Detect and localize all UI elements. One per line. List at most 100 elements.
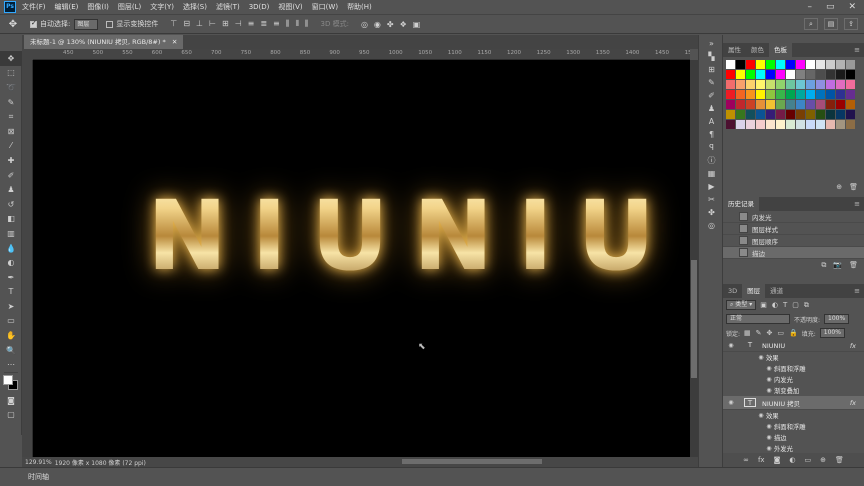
color-swatch[interactable]	[815, 69, 825, 79]
fx-icon[interactable]: fx	[850, 342, 856, 350]
color-swatch[interactable]	[805, 79, 815, 89]
tab-color[interactable]: 颜色	[746, 43, 769, 57]
layer-row-selected[interactable]: ◉ T NIUNIU 拷贝 fx	[723, 396, 864, 410]
color-swatch[interactable]	[725, 69, 735, 79]
color-swatch[interactable]	[795, 89, 805, 99]
effect-item[interactable]: ◉ 内发光	[723, 374, 864, 385]
delete-state-icon[interactable]: 🗑	[849, 261, 858, 269]
visibility-eye-icon[interactable]: ◉	[764, 434, 774, 441]
color-swatch[interactable]	[835, 69, 845, 79]
color-swatch[interactable]	[825, 79, 835, 89]
clone-source-icon[interactable]: ♟	[699, 102, 724, 115]
frame-tool-icon[interactable]: ⊠	[0, 124, 22, 139]
share-icon[interactable]: ⇪	[844, 18, 858, 30]
color-swatch[interactable]	[745, 79, 755, 89]
filter-pixel-icon[interactable]: ▣	[760, 301, 767, 310]
search-icon[interactable]: ⌕	[804, 18, 818, 30]
layers-menu-icon[interactable]: ≡	[854, 284, 860, 298]
visibility-eye-icon[interactable]: ◉	[764, 387, 774, 394]
distribute-top-icon[interactable]: ≡	[248, 19, 255, 29]
character-icon[interactable]: A	[699, 115, 724, 128]
menu-filter[interactable]: 滤镜(T)	[216, 2, 240, 12]
color-swatch[interactable]	[825, 99, 835, 109]
color-swatch[interactable]	[725, 109, 735, 119]
delete-layer-icon[interactable]: 🗑	[835, 456, 844, 464]
color-swatch[interactable]	[765, 59, 775, 69]
crop-tool-icon[interactable]: ⌗	[0, 109, 22, 124]
color-swatch[interactable]	[735, 69, 745, 79]
color-swatch[interactable]	[725, 89, 735, 99]
effect-item[interactable]: ◉ 斜面和浮雕	[723, 363, 864, 374]
distribute-hcenter-icon[interactable]: ⫴	[295, 19, 298, 29]
color-swatch[interactable]	[825, 109, 835, 119]
color-swatch[interactable]	[835, 59, 845, 69]
color-swatch[interactable]	[815, 109, 825, 119]
new-layer-icon[interactable]: ⊕	[820, 456, 826, 464]
camera-icon[interactable]: 📷	[833, 261, 842, 269]
minimize-icon[interactable]: –	[807, 2, 812, 12]
color-swatch[interactable]	[845, 69, 855, 79]
paragraph-icon[interactable]: ¶	[699, 128, 724, 141]
more-tools-icon[interactable]: ⋯	[0, 357, 22, 372]
link-layers-icon[interactable]: ∞	[743, 456, 749, 464]
tab-swatches[interactable]: 色板	[769, 43, 792, 57]
color-swatch[interactable]	[785, 89, 795, 99]
color-swatch[interactable]	[805, 99, 815, 109]
tab-layers[interactable]: 图层	[742, 284, 766, 298]
layer-row[interactable]: ◉ T NIUNIU fx	[723, 340, 864, 352]
visibility-eye-icon[interactable]: ◉	[756, 412, 766, 419]
color-swatch[interactable]	[845, 99, 855, 109]
color-swatch[interactable]	[785, 119, 795, 129]
color-swatch[interactable]	[725, 79, 735, 89]
color-swatch[interactable]	[735, 89, 745, 99]
menu-type[interactable]: 文字(Y)	[150, 2, 174, 12]
workspace-icon[interactable]: ▤	[824, 18, 838, 30]
color-swatch[interactable]	[805, 109, 815, 119]
menu-help[interactable]: 帮助(H)	[347, 2, 372, 12]
distribute-bottom-icon[interactable]: ≡	[273, 19, 280, 29]
color-swatch[interactable]	[745, 109, 755, 119]
history-brush-tool-icon[interactable]: ↺	[0, 197, 22, 212]
color-swatch[interactable]	[845, 59, 855, 69]
color-swatch[interactable]	[815, 79, 825, 89]
color-swatch[interactable]	[825, 119, 835, 129]
color-swatch[interactable]	[755, 59, 765, 69]
color-swatch[interactable]	[745, 119, 755, 129]
blur-tool-icon[interactable]: 💧	[0, 241, 22, 256]
color-swatch[interactable]	[725, 119, 735, 129]
lock-all-icon[interactable]: 🔒	[789, 329, 798, 337]
color-swatch[interactable]	[805, 69, 815, 79]
color-swatch[interactable]	[825, 69, 835, 79]
maximize-icon[interactable]: ▭	[826, 2, 835, 12]
lock-pixels-icon[interactable]: ▦	[744, 329, 751, 337]
new-group-icon[interactable]: ▭	[804, 456, 811, 464]
color-swatch[interactable]	[745, 89, 755, 99]
color-swatch[interactable]	[775, 119, 785, 129]
clone-stamp-tool-icon[interactable]: ♟	[0, 182, 22, 197]
color-swatch[interactable]	[745, 69, 755, 79]
effect-item[interactable]: ◉ 渐变叠加	[723, 385, 864, 396]
effect-item[interactable]: ◉ 斜面和浮雕	[723, 421, 864, 432]
color-swatch[interactable]	[795, 69, 805, 79]
color-swatch[interactable]	[835, 119, 845, 129]
actions-icon[interactable]: ▶	[699, 180, 724, 193]
new-swatch-icon[interactable]: ⊕	[836, 183, 842, 191]
filter-shape-icon[interactable]: ▢	[792, 301, 799, 310]
color-swatch[interactable]	[785, 79, 795, 89]
color-swatch[interactable]	[755, 79, 765, 89]
3d-scale-icon[interactable]: ▣	[413, 20, 421, 29]
3d-roll-icon[interactable]: ◉	[374, 20, 381, 29]
align-top-icon[interactable]: ⊤	[170, 19, 177, 29]
color-swatch[interactable]	[815, 89, 825, 99]
3d-pan-icon[interactable]: ✤	[387, 20, 394, 29]
move-tool-icon[interactable]: ✥	[4, 19, 22, 30]
history-menu-icon[interactable]: ≡	[854, 197, 860, 211]
move-tool-icon[interactable]: ✥	[0, 51, 22, 66]
color-swatch[interactable]	[725, 99, 735, 109]
color-swatch[interactable]	[765, 89, 775, 99]
layer-name[interactable]: NIUNIU	[762, 342, 785, 350]
distribute-right-icon[interactable]: ⫼	[305, 19, 309, 29]
color-swatch[interactable]	[785, 59, 795, 69]
visibility-eye-icon[interactable]: ◉	[726, 399, 736, 406]
visibility-eye-icon[interactable]: ◉	[764, 365, 774, 372]
